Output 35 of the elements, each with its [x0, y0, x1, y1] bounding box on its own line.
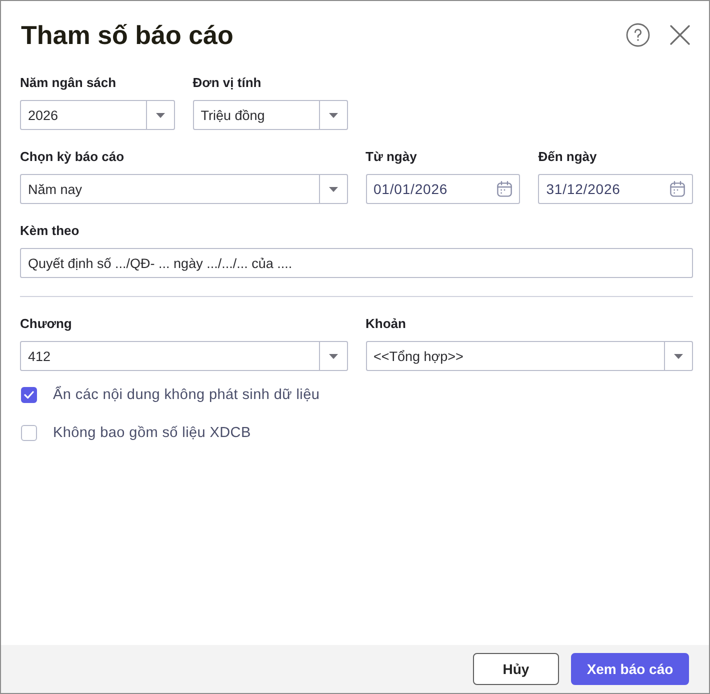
view-report-button[interactable]: Xem báo cáo	[571, 653, 689, 685]
cancel-button[interactable]: Hủy	[473, 653, 559, 685]
caret-icon	[674, 354, 683, 358]
dropdown-field[interactable]: <<Tổng hợp>>	[366, 341, 693, 371]
checkbox[interactable]	[21, 425, 37, 441]
checkbox-label: Ẩn các nội dung không phát sinh dữ liệu	[53, 387, 320, 403]
check-icon	[24, 391, 34, 399]
date-field[interactable]: 01/01/2026	[366, 174, 520, 204]
help-button[interactable]	[626, 23, 650, 47]
help-icon	[626, 23, 650, 47]
checkbox-label: Không bao gồm số liệu XDCB	[53, 425, 251, 441]
field-label: Đơn vị tính	[192, 75, 262, 91]
field-label: Từ ngày	[366, 149, 417, 165]
dialog-title: Tham số báo cáo	[21, 19, 234, 52]
close-icon	[670, 25, 690, 45]
field-label: Năm ngân sách	[20, 75, 116, 91]
caret-icon	[156, 112, 165, 118]
dropdown-field[interactable]: 412	[20, 341, 348, 371]
caret-icon	[328, 186, 338, 192]
calendar-icon[interactable]	[670, 181, 684, 197]
checkbox[interactable]	[21, 387, 37, 403]
calendar-icon[interactable]	[496, 181, 512, 197]
field-label: Chọn kỳ báo cáo	[20, 149, 124, 165]
close-button[interactable]	[670, 25, 690, 45]
dropdown-field[interactable]: Năm nay	[20, 174, 348, 204]
caret-icon	[328, 354, 338, 358]
dropdown-field[interactable]: 2026	[20, 100, 175, 130]
text-field[interactable]: Quyết định số .../QĐ- ... ngày .../.../... của ....	[20, 248, 693, 278]
field-label: Kèm theo	[20, 223, 80, 239]
caret-icon	[328, 112, 338, 118]
dropdown-field[interactable]: Triệu đồng	[192, 100, 348, 130]
date-field[interactable]: 31/12/2026	[538, 174, 693, 204]
field-label: Khoản	[366, 316, 406, 332]
field-label: Đến ngày	[538, 149, 597, 165]
field-label: Chương	[20, 316, 72, 332]
